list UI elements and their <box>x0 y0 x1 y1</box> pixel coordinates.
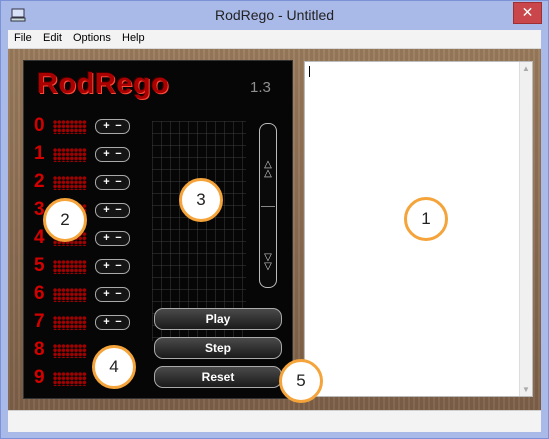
register-number: 1 <box>34 143 45 164</box>
register-number: 4 <box>34 227 45 248</box>
register-beads <box>53 344 87 358</box>
scroll-up-icon[interactable]: △ △ <box>260 160 276 179</box>
register-plus-minus-button[interactable]: + − <box>95 119 130 134</box>
text-cursor <box>309 66 310 77</box>
minus-icon: − <box>115 260 122 272</box>
register-beads <box>53 260 87 274</box>
app-window: RodRego - Untitled ✕ File Edit Options H… <box>0 0 549 439</box>
register-plus-minus-button[interactable]: + − <box>95 315 130 330</box>
register-number: 6 <box>34 283 45 304</box>
minus-icon: − <box>115 288 122 300</box>
close-button[interactable]: ✕ <box>513 2 542 24</box>
callout-5: 5 <box>279 359 323 403</box>
title-bar[interactable]: RodRego - Untitled ✕ <box>1 1 548 30</box>
window-title: RodRego - Untitled <box>214 7 335 23</box>
register-plus-minus-button[interactable]: + − <box>95 287 130 302</box>
reset-button[interactable]: Reset <box>154 366 282 388</box>
play-button[interactable]: Play <box>154 308 282 330</box>
program-scrollbar[interactable]: △ △ ▽ ▽ <box>259 123 277 288</box>
register-number: 0 <box>34 115 45 136</box>
scroll-down-icon[interactable]: ▽ ▽ <box>260 253 276 272</box>
register-number: 7 <box>34 311 45 332</box>
register-plus-minus-button[interactable]: + − <box>95 147 130 162</box>
step-button[interactable]: Step <box>154 337 282 359</box>
minus-icon: − <box>115 204 122 216</box>
plus-icon: + <box>103 204 110 216</box>
callout-3: 3 <box>179 178 223 222</box>
version-label: 1.3 <box>250 79 271 96</box>
menu-edit[interactable]: Edit <box>43 32 62 44</box>
editor-scroll-down-icon[interactable]: ▼ <box>520 385 532 394</box>
plus-icon: + <box>103 316 110 328</box>
rodrego-logo: RodRego <box>37 68 170 100</box>
client-area: RodRego 1.3 0 + − 1 + − 2 + − 3 + − 4 + − 5 +… <box>8 49 541 410</box>
minus-icon: − <box>115 232 122 244</box>
callout-1: 1 <box>404 197 448 241</box>
callout-2: 2 <box>43 198 87 242</box>
plus-icon: + <box>103 232 110 244</box>
editor-scroll-up-icon[interactable]: ▲ <box>520 64 532 73</box>
register-number: 2 <box>34 171 45 192</box>
register-plus-minus-button[interactable]: + − <box>95 203 130 218</box>
register-beads <box>53 120 87 134</box>
register-beads <box>53 372 87 386</box>
plus-icon: + <box>103 260 110 272</box>
minus-icon: − <box>115 148 122 160</box>
menu-bar: File Edit Options Help <box>8 30 541 49</box>
status-bar <box>8 410 541 432</box>
register-number: 8 <box>34 339 45 360</box>
minus-icon: − <box>115 316 122 328</box>
menu-help[interactable]: Help <box>122 32 145 44</box>
menu-options[interactable]: Options <box>73 32 111 44</box>
register-plus-minus-button[interactable]: + − <box>95 175 130 190</box>
plus-icon: + <box>103 176 110 188</box>
register-beads <box>53 176 87 190</box>
scroll-divider <box>261 206 275 207</box>
editor-scrollbar[interactable]: ▲ ▼ <box>519 62 532 396</box>
callout-4: 4 <box>92 345 136 389</box>
register-plus-minus-button[interactable]: + − <box>95 231 130 246</box>
register-beads <box>53 148 87 162</box>
register-number: 9 <box>34 367 45 388</box>
register-number: 5 <box>34 255 45 276</box>
minus-icon: − <box>115 120 122 132</box>
plus-icon: + <box>103 288 110 300</box>
plus-icon: + <box>103 120 110 132</box>
register-plus-minus-button[interactable]: + − <box>95 259 130 274</box>
plus-icon: + <box>103 148 110 160</box>
register-beads <box>53 288 87 302</box>
register-beads <box>53 316 87 330</box>
minus-icon: − <box>115 176 122 188</box>
menu-file[interactable]: File <box>14 32 32 44</box>
